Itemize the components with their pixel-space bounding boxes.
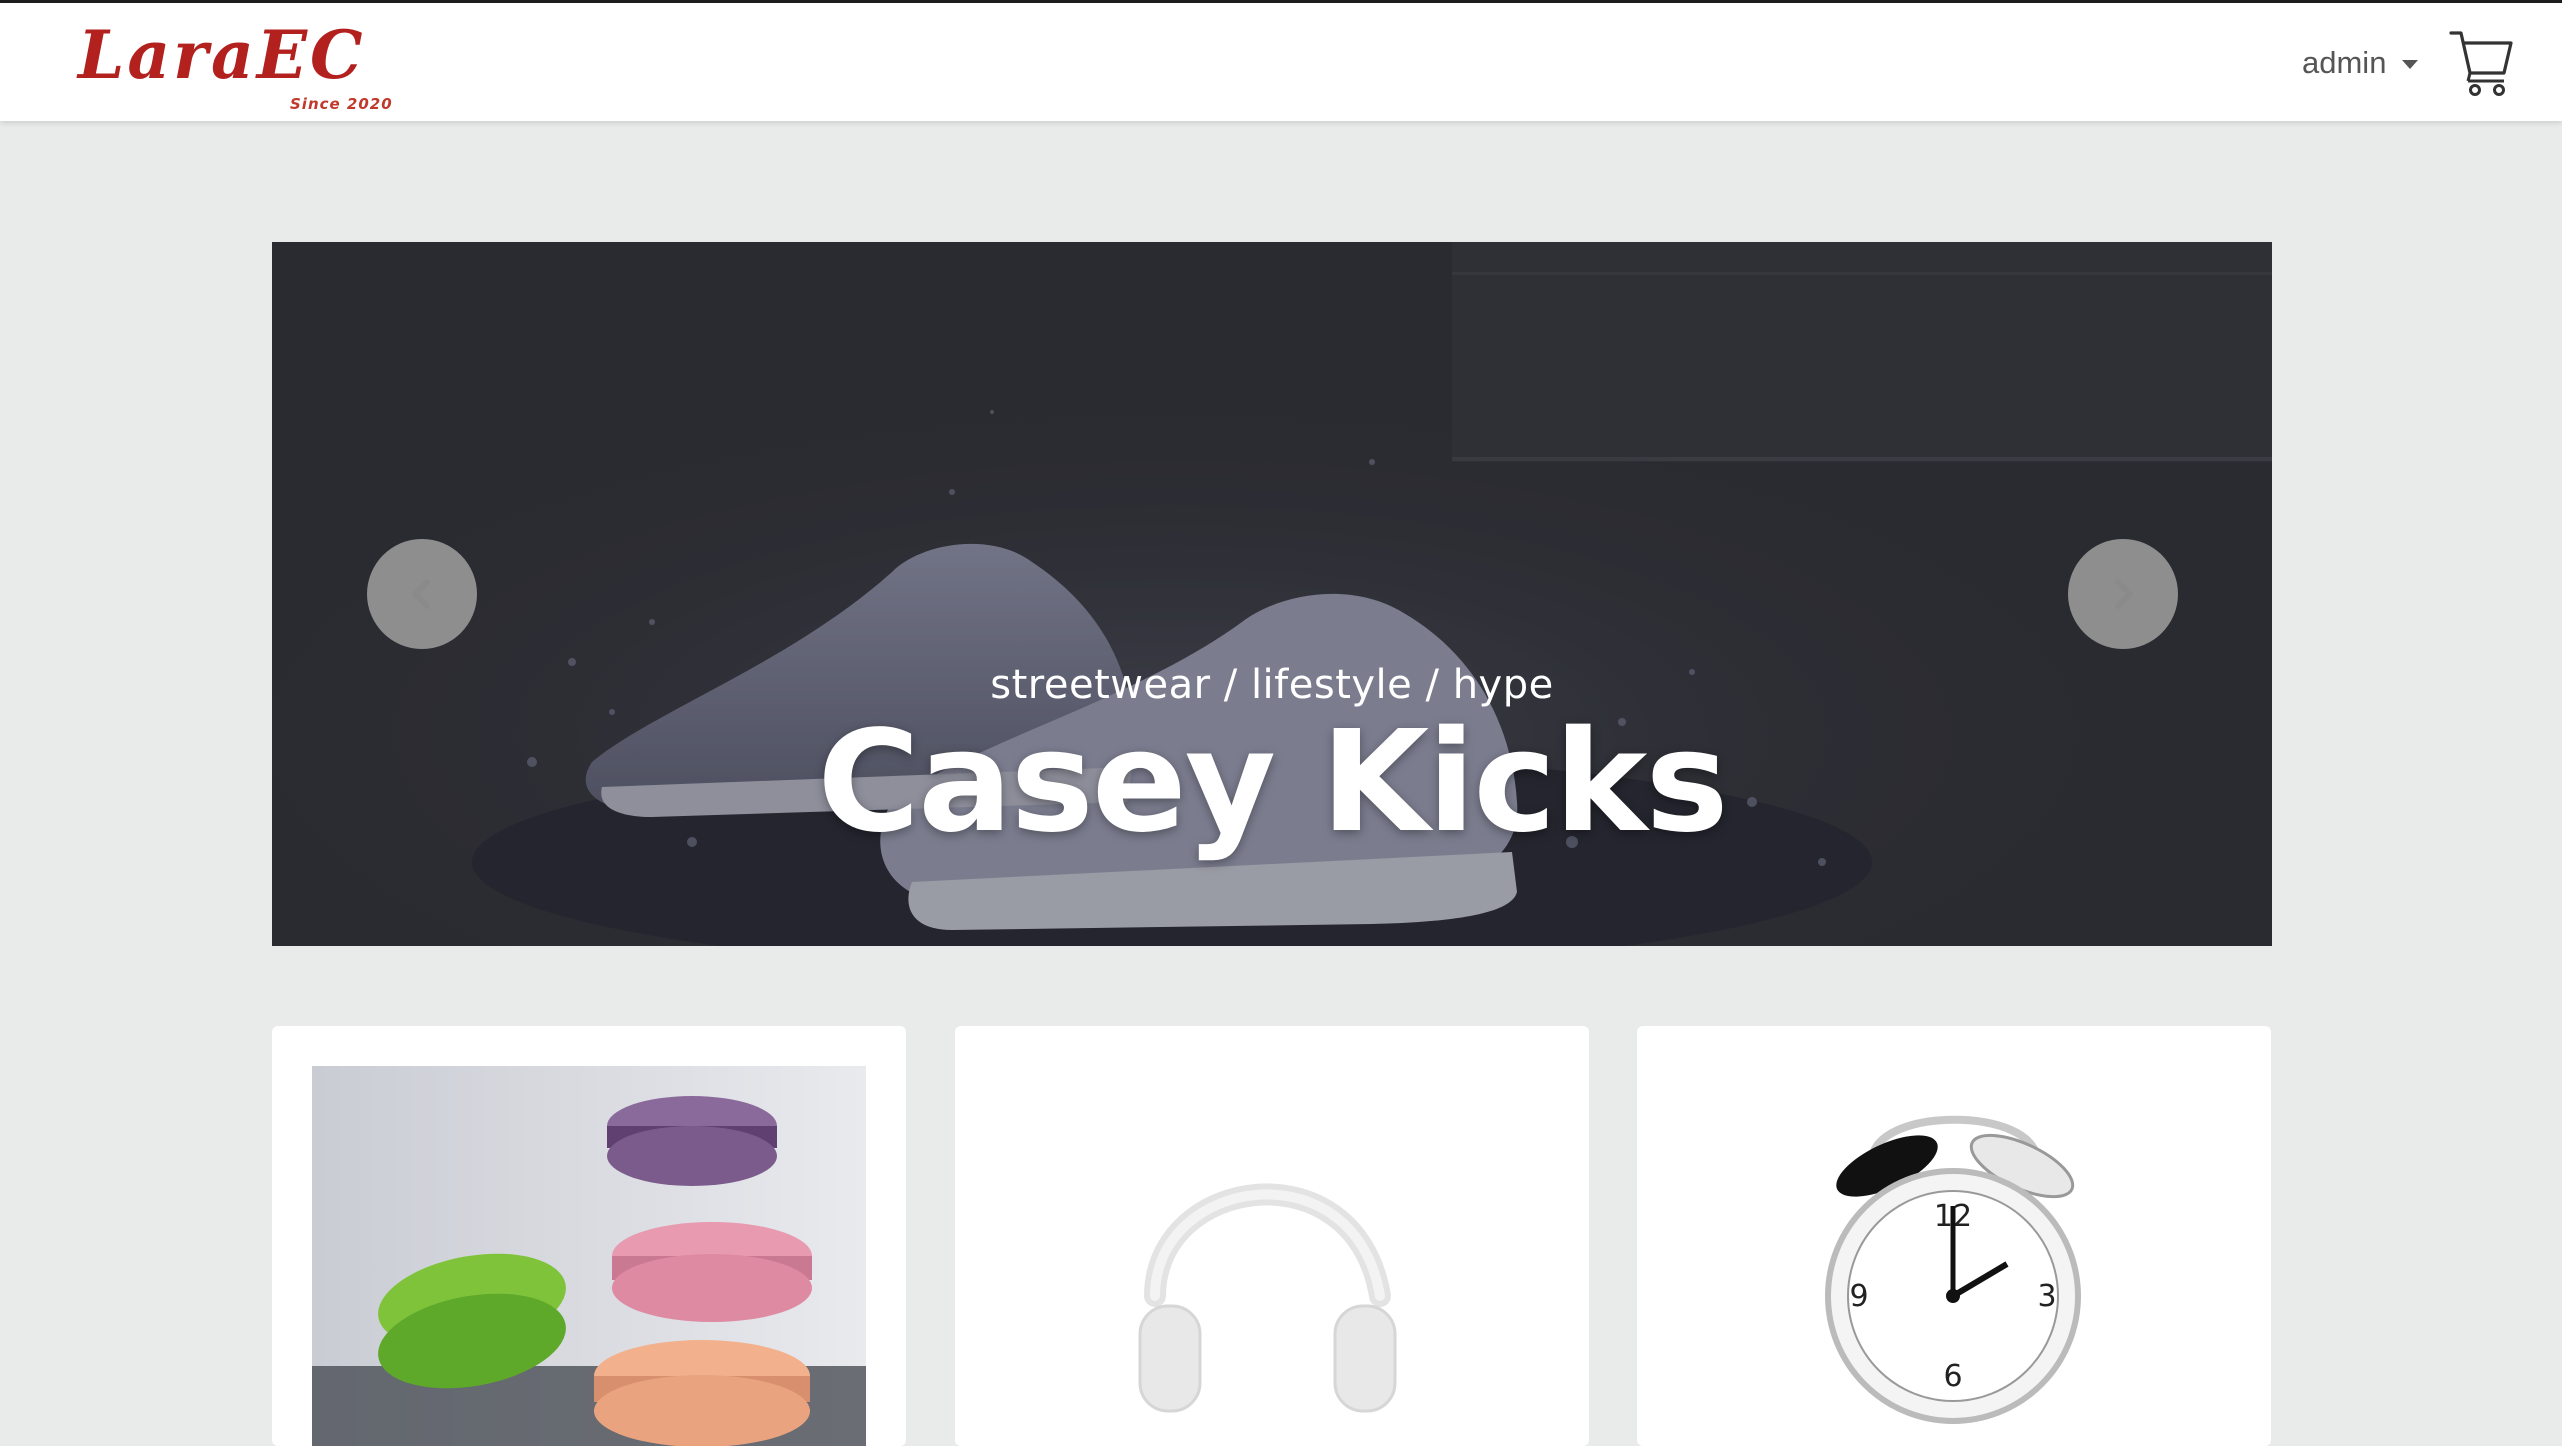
top-navbar: LaraEC Since 2020 admin	[0, 0, 2562, 121]
svg-text:9: 9	[1849, 1279, 1868, 1314]
caret-down-icon	[2402, 59, 2419, 69]
hero-subtitle: streetwear / lifestyle / hype	[990, 662, 1554, 708]
hero-title: Casey Kicks	[817, 701, 1728, 864]
product-card[interactable]: 123 69	[1637, 1026, 2271, 1446]
product-image-alarm-clock: 123 69	[1677, 1066, 2231, 1446]
cart-button[interactable]	[2448, 27, 2514, 97]
product-card[interactable]	[272, 1026, 906, 1446]
brand-tagline: Since 2020	[290, 95, 393, 113]
product-image-headphones	[995, 1066, 1549, 1446]
user-menu-dropdown[interactable]: admin	[2302, 39, 2419, 87]
carousel-next-button[interactable]	[2068, 539, 2178, 649]
hero-carousel: Casey Kicks streetwear / lifestyle / hyp…	[272, 242, 2272, 946]
chevron-right-icon	[2115, 579, 2133, 609]
chevron-left-icon	[412, 579, 430, 609]
svg-text:3: 3	[2037, 1279, 2056, 1314]
svg-text:6: 6	[1943, 1359, 1962, 1394]
carousel-prev-button[interactable]	[367, 539, 477, 649]
user-menu-label: admin	[2302, 45, 2387, 80]
brand-name: LaraEC	[78, 16, 366, 94]
shopping-cart-icon	[2449, 31, 2513, 96]
brand-logo[interactable]: LaraEC Since 2020	[78, 17, 398, 117]
product-image-macarons	[312, 1066, 866, 1446]
product-card[interactable]	[955, 1026, 1589, 1446]
